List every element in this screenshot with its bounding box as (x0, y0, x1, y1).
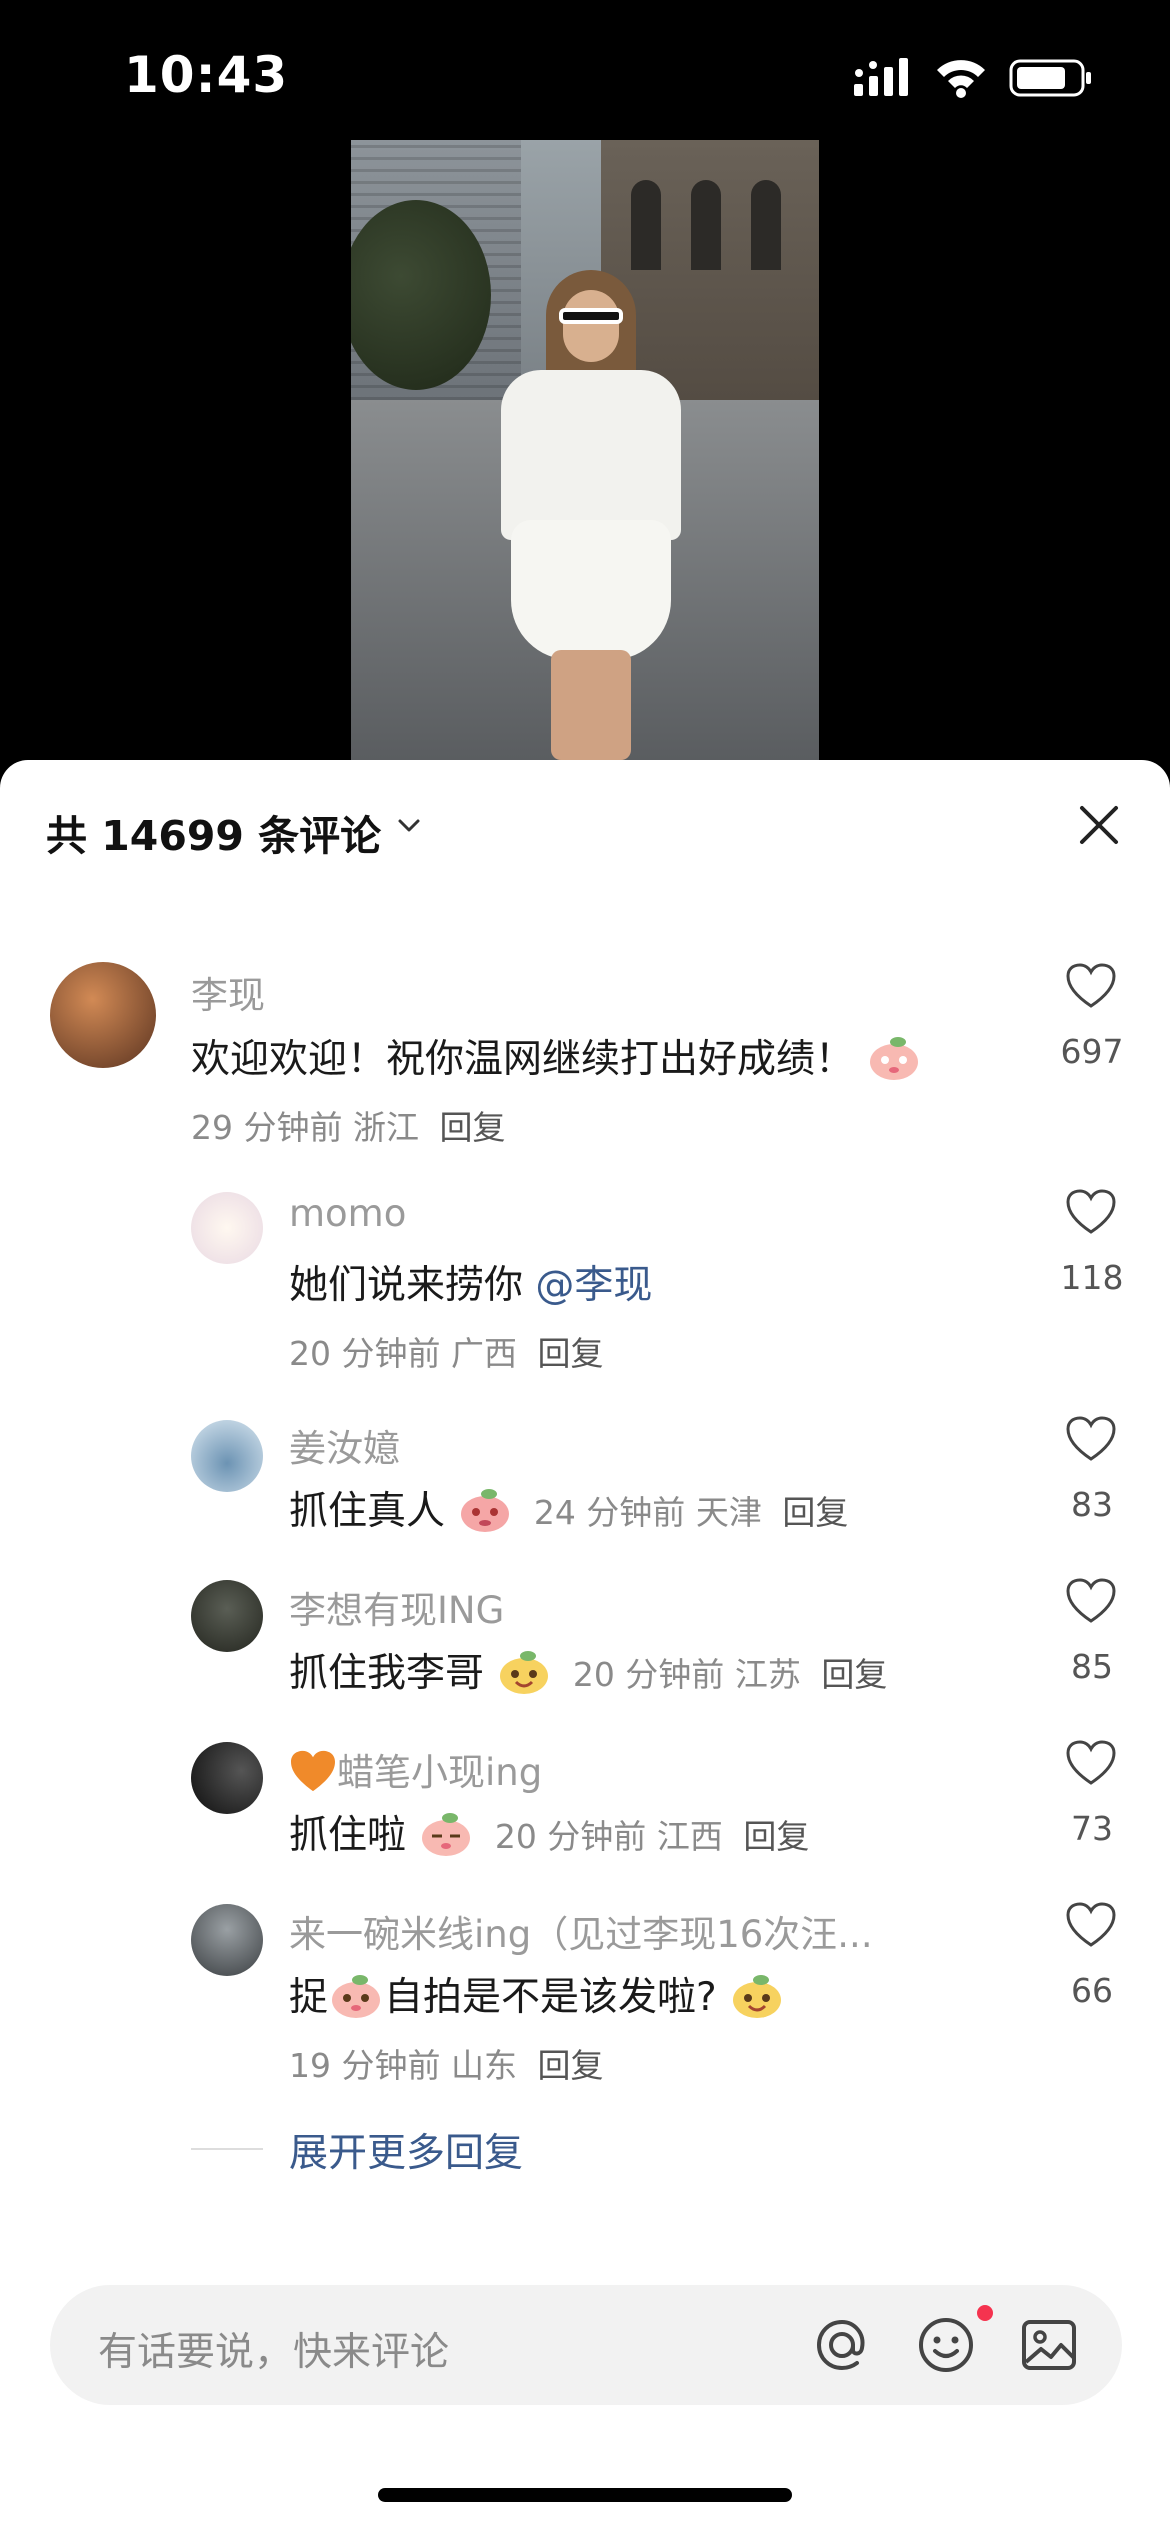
comment-meta: 19 分钟前 山东 回复 (289, 2039, 603, 2087)
comment-text: 抓住啦 20 分钟前 江西 回复 (289, 1804, 809, 1860)
wifi-icon (937, 60, 985, 98)
comment-time: 24 分钟前 (533, 1493, 686, 1532)
cellular-signal-icon (854, 58, 908, 96)
comment-time: 20 分钟前 (494, 1817, 647, 1856)
like-count: 83 (1071, 1485, 1113, 1524)
video-subject (471, 270, 711, 760)
comment-text-body: 抓住真人 (289, 1489, 446, 1534)
peach-emoji-icon (332, 1975, 381, 2018)
comment-time: 20 分钟前 (572, 1655, 725, 1694)
avatar[interactable] (191, 1904, 263, 1976)
status-bar: 10:43 (0, 0, 1170, 140)
like-heart-icon[interactable] (1065, 1901, 1117, 1949)
comment-text-body: 抓住啦 (289, 1813, 407, 1858)
comment-author[interactable]: 蜡笔小现ing (289, 1742, 542, 1796)
like-heart-icon[interactable] (1065, 962, 1117, 1010)
avatar[interactable] (50, 962, 156, 1068)
comment-text-body: 她们说来捞你 (289, 1263, 536, 1308)
comment-location: 天津 (695, 1493, 762, 1532)
home-indicator[interactable] (378, 2488, 792, 2502)
like-count: 697 (1060, 1032, 1124, 1071)
comment-time: 29 分钟前 (191, 1108, 343, 1147)
expand-divider (191, 2148, 263, 2150)
comment-text: 捉 自拍是不是该发啦? (289, 1966, 785, 2022)
comment-text: 她们说来捞你 @李现 (289, 1254, 652, 1310)
comment-time: 19 分钟前 (289, 2046, 441, 2085)
like-count: 66 (1071, 1971, 1113, 2010)
comment-location: 广西 (450, 1334, 517, 1373)
reply-button[interactable]: 回复 (537, 1334, 603, 1373)
peach-emoji-icon (461, 1489, 510, 1532)
comment-author[interactable]: 李想有现ING (289, 1580, 504, 1634)
reply-button[interactable]: 回复 (821, 1655, 887, 1694)
comment-input-bar[interactable]: 有话要说，快来评论 (50, 2285, 1122, 2405)
avatar[interactable] (191, 1580, 263, 1652)
like-heart-icon[interactable] (1065, 1739, 1117, 1787)
comment-text-body-end: 自拍是不是该发啦? (384, 1975, 717, 2020)
peach-emoji-icon (422, 1813, 471, 1856)
like-count: 73 (1071, 1809, 1113, 1848)
reply-button[interactable]: 回复 (743, 1817, 809, 1856)
chevron-down-icon[interactable] (397, 818, 421, 834)
comment-author[interactable]: 姜汝嬑 (289, 1418, 400, 1472)
comment-location: 江西 (656, 1817, 723, 1856)
video-preview[interactable] (351, 140, 819, 760)
comment-author[interactable]: momo (289, 1192, 406, 1235)
peach-emoji-icon (500, 1651, 549, 1694)
like-heart-icon[interactable] (1065, 1577, 1117, 1625)
comment-location: 江苏 (734, 1655, 801, 1694)
close-icon[interactable] (1077, 803, 1121, 847)
like-heart-icon[interactable] (1065, 1415, 1117, 1463)
comment-location: 浙江 (352, 1108, 419, 1147)
reply-button[interactable]: 回复 (439, 1108, 505, 1147)
comment-text-body-start: 捉 (289, 1975, 329, 2020)
comment-meta-inline: 24 分钟前 天津 回复 (534, 1493, 848, 1532)
like-count: 118 (1060, 1258, 1124, 1297)
peach-emoji-icon (733, 1975, 782, 2018)
notification-dot (977, 2305, 993, 2321)
avatar[interactable] (191, 1192, 263, 1264)
comment-meta: 29 分钟前 浙江 回复 (191, 1101, 505, 1149)
mention-link[interactable]: @李现 (535, 1263, 652, 1308)
comment-author[interactable]: 来一碗米线ing（见过李现16次汪... (289, 1904, 873, 1958)
expand-more-replies-button[interactable]: 展开更多回复 (289, 2122, 523, 2178)
comment-author[interactable]: 李现 (191, 965, 265, 1019)
peach-emoji-icon (870, 1037, 919, 1080)
comment-count-title[interactable]: 共 14699 条评论 (46, 802, 381, 862)
comment-input[interactable]: 有话要说，快来评论 (98, 2321, 449, 2377)
status-time: 10:43 (124, 46, 289, 104)
comment-meta-inline: 20 分钟前 江西 回复 (495, 1817, 809, 1856)
battery-icon (1009, 59, 1091, 97)
comment-author-name[interactable]: 蜡笔小现ing (337, 1751, 542, 1794)
like-heart-icon[interactable] (1065, 1188, 1117, 1236)
comment-text-body: 抓住我李哥 (289, 1651, 485, 1696)
comment-text: 欢迎欢迎！祝你温网继续打出好成绩！ (191, 1028, 922, 1084)
comment-time: 20 分钟前 (289, 1334, 441, 1373)
emoji-smile-icon[interactable] (916, 2315, 976, 2375)
heart-badge-icon (291, 1750, 335, 1792)
comment-text: 抓住真人 24 分钟前 天津 回复 (289, 1480, 848, 1536)
at-mention-icon[interactable] (812, 2315, 872, 2375)
comment-sheet: 共 14699 条评论 李现 欢迎欢迎！祝你温网继续打出好成绩！ 29 分钟前 … (0, 760, 1170, 2532)
like-count: 85 (1071, 1647, 1113, 1686)
comment-text-body: 欢迎欢迎！祝你温网继续打出好成绩！ (191, 1037, 855, 1082)
reply-button[interactable]: 回复 (537, 2046, 603, 2085)
comment-location: 山东 (450, 2046, 517, 2085)
reply-button[interactable]: 回复 (782, 1493, 848, 1532)
comment-text: 抓住我李哥 20 分钟前 江苏 回复 (289, 1642, 887, 1698)
avatar[interactable] (191, 1420, 263, 1492)
comment-meta: 20 分钟前 广西 回复 (289, 1327, 603, 1375)
comment-meta-inline: 20 分钟前 江苏 回复 (573, 1655, 887, 1694)
avatar[interactable] (191, 1742, 263, 1814)
image-picker-icon[interactable] (1019, 2315, 1079, 2375)
